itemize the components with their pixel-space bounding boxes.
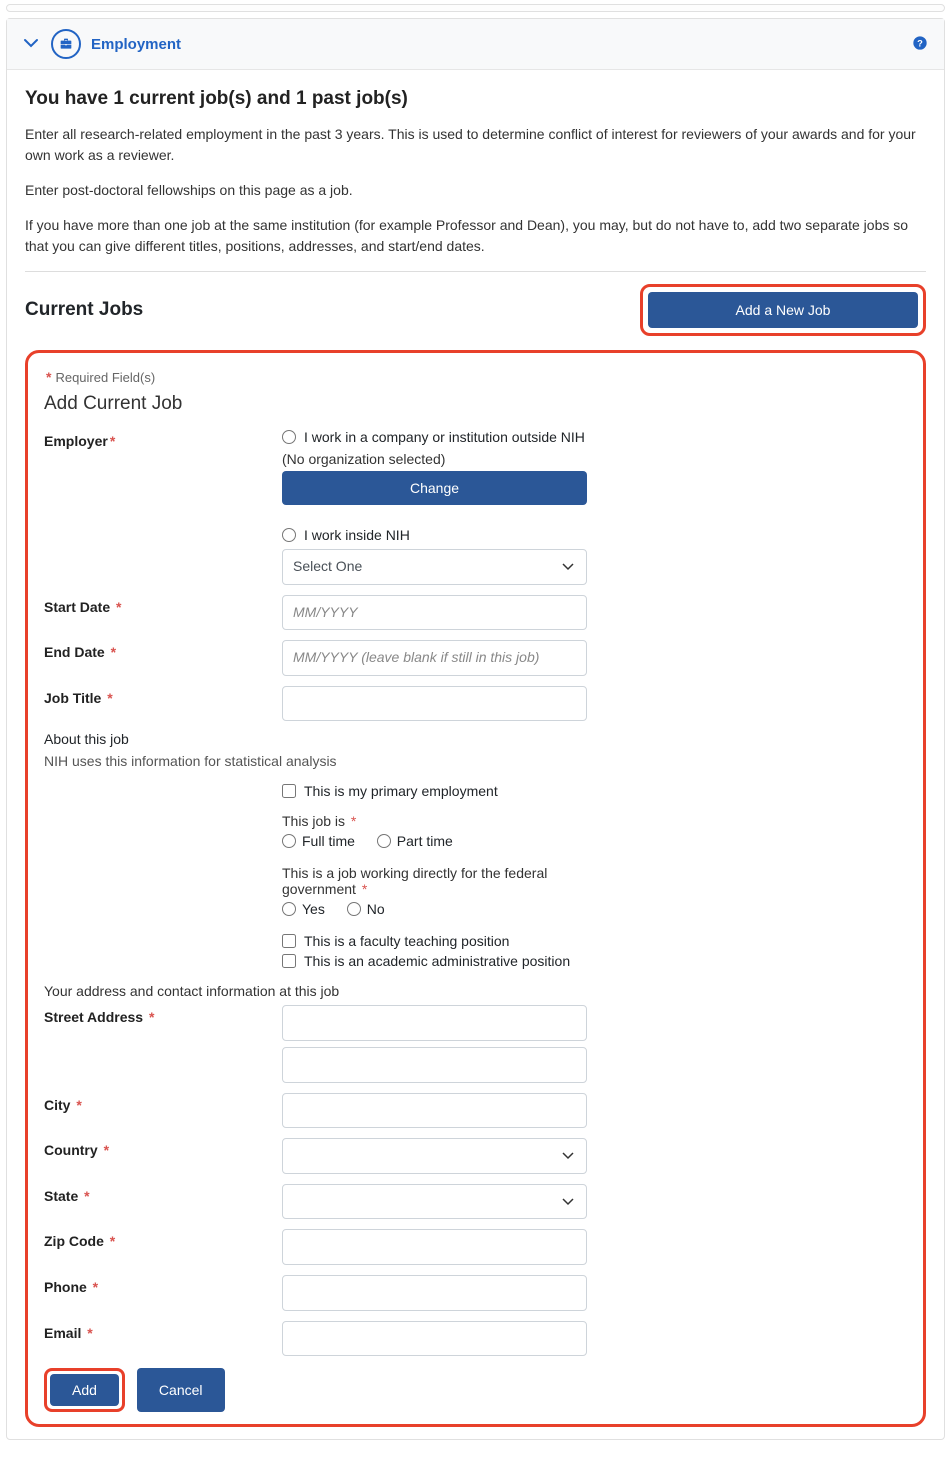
col-employer: I work in a company or institution outsi… <box>282 429 587 585</box>
label-state: State * <box>44 1184 282 1204</box>
checkbox-faculty[interactable]: This is a faculty teaching position <box>282 933 587 949</box>
radio-inside-nih[interactable]: I work inside NIH <box>282 527 587 543</box>
checkbox-primary-input[interactable] <box>282 784 296 798</box>
radio-part-time-input[interactable] <box>377 834 391 848</box>
panel-title: Employment <box>91 36 181 53</box>
callout-add-new: Add a New Job <box>640 284 926 336</box>
row-start-date: Start Date * <box>44 595 907 631</box>
page-heading: You have 1 current job(s) and 1 past job… <box>25 88 926 110</box>
row-employer: Employer* I work in a company or institu… <box>44 429 907 585</box>
about-heading: About this job <box>44 731 907 747</box>
radio-outside-nih-input[interactable] <box>282 430 296 444</box>
row-city: City * <box>44 1093 907 1129</box>
panel-body: You have 1 current job(s) and 1 past job… <box>7 70 944 1439</box>
svg-text:?: ? <box>917 38 923 48</box>
job-title-input[interactable] <box>282 686 587 722</box>
divider <box>25 271 926 272</box>
radio-federal-yes-input[interactable] <box>282 902 296 916</box>
top-strip <box>6 4 945 12</box>
callout-add-button: Add <box>44 1368 125 1412</box>
street-address-1-input[interactable] <box>282 1005 587 1041</box>
row-email: Email * <box>44 1321 907 1357</box>
briefcase-icon <box>51 29 81 59</box>
label-email: Email * <box>44 1321 282 1341</box>
end-date-input[interactable] <box>282 640 587 676</box>
row-phone: Phone * <box>44 1275 907 1311</box>
row-primary: This is my primary employment This job i… <box>44 783 907 973</box>
add-new-job-button[interactable]: Add a New Job <box>648 292 918 328</box>
panel-header[interactable]: Employment ? <box>7 19 944 70</box>
form-title: Add Current Job <box>44 393 907 415</box>
chevron-down-icon <box>23 35 39 53</box>
street-address-2-input[interactable] <box>282 1047 587 1083</box>
checkbox-admin[interactable]: This is an academic administrative posit… <box>282 953 587 969</box>
label-employer: Employer* <box>44 429 282 449</box>
radio-full-time[interactable]: Full time <box>282 833 355 849</box>
add-button[interactable]: Add <box>50 1374 119 1406</box>
email-input[interactable] <box>282 1321 587 1357</box>
radio-federal-no-input[interactable] <box>347 902 361 916</box>
about-note: NIH uses this information for statistica… <box>44 753 907 769</box>
radio-full-time-input[interactable] <box>282 834 296 848</box>
nih-select[interactable]: Select One <box>282 549 587 585</box>
label-job-title: Job Title * <box>44 686 282 706</box>
zip-input[interactable] <box>282 1229 587 1265</box>
label-zip: Zip Code * <box>44 1229 282 1249</box>
row-state: State * <box>44 1184 907 1220</box>
employment-panel: Employment ? You have 1 current job(s) a… <box>6 18 945 1440</box>
no-org-text: (No organization selected) <box>282 451 587 467</box>
row-country: Country * <box>44 1138 907 1174</box>
required-note: *Required Field(s) <box>44 369 907 385</box>
row-zip: Zip Code * <box>44 1229 907 1265</box>
label-country: Country * <box>44 1138 282 1158</box>
asterisk-icon: * <box>46 369 51 385</box>
city-input[interactable] <box>282 1093 587 1129</box>
current-jobs-bar: Current Jobs Add a New Job <box>25 284 926 336</box>
action-row: Add Cancel <box>44 1368 907 1412</box>
radio-inside-nih-input[interactable] <box>282 528 296 542</box>
row-street2 <box>44 1047 907 1083</box>
label-city: City * <box>44 1093 282 1113</box>
intro-p2: Enter post-doctoral fellowships on this … <box>25 180 926 201</box>
cancel-button[interactable]: Cancel <box>137 1368 225 1412</box>
state-select[interactable] <box>282 1184 587 1220</box>
radio-federal-no[interactable]: No <box>347 901 385 917</box>
row-street1: Street Address * <box>44 1005 907 1041</box>
help-icon[interactable]: ? <box>912 35 928 54</box>
start-date-input[interactable] <box>282 595 587 631</box>
change-org-button[interactable]: Change <box>282 471 587 505</box>
label-start-date: Start Date * <box>44 595 282 615</box>
add-job-form-callout: *Required Field(s) Add Current Job Emplo… <box>25 350 926 1427</box>
label-end-date: End Date * <box>44 640 282 660</box>
checkbox-primary[interactable]: This is my primary employment <box>282 783 587 799</box>
checkbox-faculty-input[interactable] <box>282 934 296 948</box>
checkbox-admin-input[interactable] <box>282 954 296 968</box>
federal-label: This is a job working directly for the f… <box>282 865 587 897</box>
intro-p3: If you have more than one job at the sam… <box>25 215 926 257</box>
row-end-date: End Date * <box>44 640 907 676</box>
radio-part-time[interactable]: Part time <box>377 833 453 849</box>
intro-p1: Enter all research-related employment in… <box>25 124 926 166</box>
radio-federal-yes[interactable]: Yes <box>282 901 325 917</box>
label-phone: Phone * <box>44 1275 282 1295</box>
current-jobs-title: Current Jobs <box>25 299 143 321</box>
radio-outside-nih[interactable]: I work in a company or institution outsi… <box>282 429 587 445</box>
contact-heading: Your address and contact information at … <box>44 983 907 999</box>
label-street: Street Address * <box>44 1005 282 1025</box>
phone-input[interactable] <box>282 1275 587 1311</box>
row-job-title: Job Title * <box>44 686 907 722</box>
country-select[interactable] <box>282 1138 587 1174</box>
jobtype-label: This job is * <box>282 813 587 829</box>
